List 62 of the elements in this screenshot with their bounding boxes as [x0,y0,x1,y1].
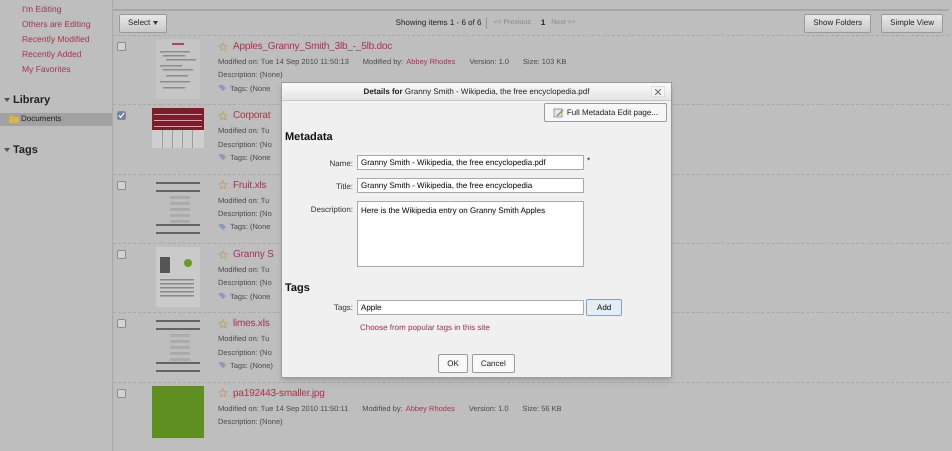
popular-tags-link[interactable]: Choose from popular tags in this site [360,322,671,334]
section-title: Library [13,93,50,108]
sidebar-link[interactable]: My Favorites [22,62,112,76]
checkbox[interactable] [117,180,126,190]
add-button[interactable]: Add [586,299,622,316]
table-thumbnail [152,108,204,148]
text-field[interactable]: Granny Smith - Wikipedia, the free encyclopedia.pdf [357,154,584,170]
checkbox[interactable] [117,111,126,120]
field-label: Description: [310,204,354,216]
description-field[interactable]: Here is the Wikipedia entry on Granny Smith Apples [357,200,584,266]
caret-icon [153,21,158,25]
dialog-title: Details for Granny Smith - Wikipedia, the free encyclopedia.pdf [364,86,590,98]
select-button[interactable]: Select [119,14,168,32]
star-icon[interactable] [218,180,228,190]
file-name-link[interactable]: Fruit.xls [233,178,266,193]
required-mark: * [587,154,590,166]
tag-icon [218,84,227,92]
triangle-down-icon[interactable] [4,97,10,104]
file-name-link[interactable]: Granny S [233,247,274,262]
dialog-button[interactable]: OK [438,354,468,373]
checkbox[interactable] [117,250,126,259]
full-metadata-edit-button[interactable]: Full Metadata Edit page... [544,103,667,122]
sidebar-link[interactable]: Recently Modified [22,32,112,46]
folder-icon [9,115,19,123]
close-button[interactable] [651,86,665,97]
sidebar-link[interactable]: Others are Editing [22,17,112,31]
checkbox[interactable] [117,42,126,52]
file-name-link[interactable]: Corporat [233,108,270,124]
star-icon[interactable] [218,318,228,329]
page-number[interactable]: 1 [540,17,546,29]
star-icon[interactable] [218,42,228,52]
file-name-link[interactable]: limes.xls [233,316,270,332]
section-title: Tags [13,142,38,158]
checkbox[interactable] [117,319,126,328]
dialog-button[interactable]: Cancel [472,354,515,373]
tags-heading: Tags [284,280,311,296]
items-status: Showing items 1 - 6 of 6 [396,17,488,29]
document-edit-icon [552,108,564,118]
tag-icon [218,153,227,162]
view-button[interactable]: Show Folders [804,14,872,32]
text-field[interactable]: Granny Smith - Wikipedia, the free encyclopedia [357,178,584,192]
sidebar-link[interactable]: Recently Added [22,47,112,61]
star-icon[interactable] [218,110,228,121]
star-icon[interactable] [218,388,228,398]
folder-item[interactable]: Documents [0,112,112,126]
tag-icon [218,292,227,300]
star-icon[interactable] [218,250,228,260]
sidebar-link[interactable]: I'm Editing [22,2,112,16]
photo-placeholder [152,386,204,438]
tag-icon [218,222,227,231]
triangle-down-icon[interactable] [4,146,10,153]
tags-field[interactable]: Apple [357,300,584,315]
view-button[interactable]: Simple View [881,14,943,32]
field-label: Title: [334,180,354,192]
metadata-heading: Metadata [284,130,334,145]
close-icon [655,88,661,94]
field-label: Name: [328,158,354,170]
field-label: Tags: [332,302,354,314]
file-name-link[interactable]: pa192443-smaller.jpg [233,386,325,401]
checkbox[interactable] [117,388,126,398]
tag-icon [218,361,227,370]
file-name-link[interactable]: Apples_Granny_Smith_3lb_-_5lb.doc [233,39,392,54]
